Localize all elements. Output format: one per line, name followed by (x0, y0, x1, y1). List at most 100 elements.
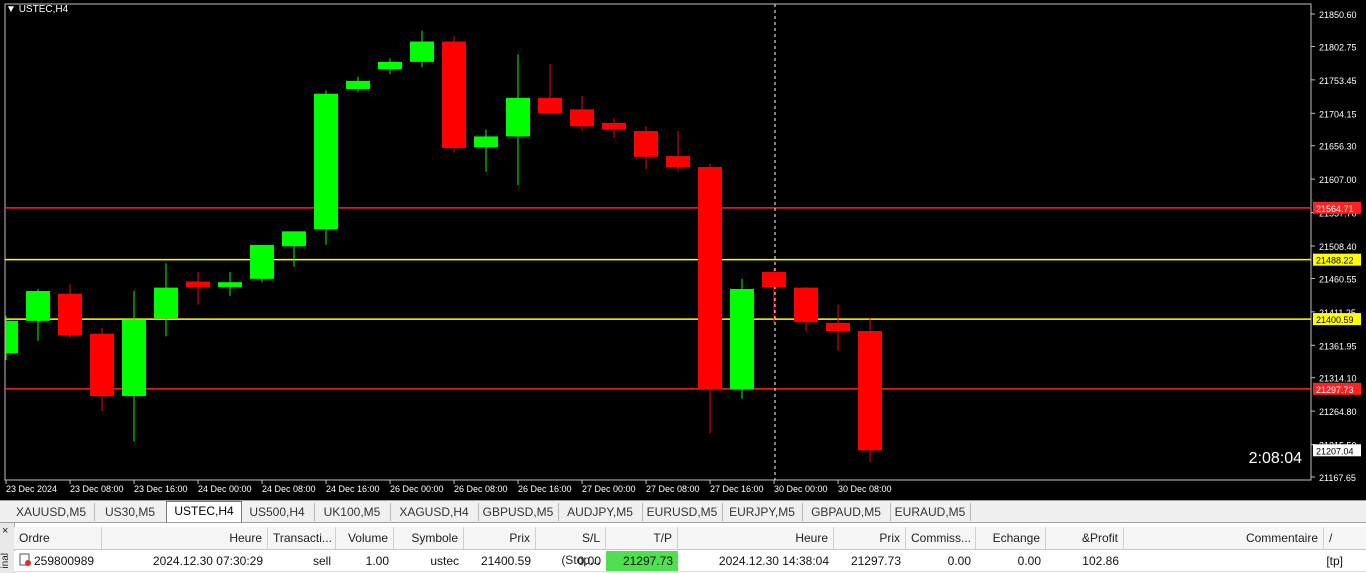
time-tick-label: 24 Dec 00:00 (198, 484, 252, 494)
sort-indicator: / (1324, 527, 1366, 549)
cell-heure: 2024.12.30 07:30:29 (152, 554, 263, 568)
candle-body (250, 244, 274, 279)
tab-uk100-m5[interactable]: UK100,M5 (314, 503, 391, 521)
terminal-panel: × inal Ordre Heure Transacti... Volume S… (0, 522, 1366, 573)
tab-us30-m5[interactable]: US30,M5 (94, 503, 167, 521)
terminal-side-bar: × inal (0, 523, 15, 573)
plot-frame (4, 3, 1312, 481)
price-level-label: 21564.71 (1316, 204, 1354, 214)
col-prix-close[interactable]: Prix (834, 527, 906, 549)
col-symbole[interactable]: Symbole (394, 527, 464, 549)
time-tick-label: 23 Dec 08:00 (70, 484, 124, 494)
price-tick-label: 21361.95 (1319, 341, 1357, 351)
candle-body (826, 322, 850, 332)
candle-body (378, 61, 402, 70)
col-echange[interactable]: Echange (976, 527, 1046, 549)
cell-tp: 21297.73 (606, 551, 678, 571)
price-level-label: 21488.22 (1316, 256, 1354, 266)
cell-volume: 1.00 (365, 554, 389, 568)
cell-heure-close: 2024.12.30 14:38:04 (718, 554, 829, 568)
time-tick-label: 30 Dec 00:00 (774, 484, 828, 494)
cell-symbole: ustec (430, 554, 459, 568)
close-icon[interactable]: × (2, 525, 8, 537)
chart-area[interactable]: 21850.60 21802.75 21753.45 21704.15 21656.30… (0, 0, 1366, 500)
time-tick-label: 27 Dec 08:00 (646, 484, 700, 494)
tab-ustec-h4[interactable]: USTEC,H4 (166, 501, 242, 522)
time-tick-label: 26 Dec 00:00 (390, 484, 444, 494)
price-tick-label: 21508.40 (1319, 242, 1357, 252)
col-prix[interactable]: Prix (464, 527, 536, 549)
col-heure[interactable]: Heure (102, 527, 268, 549)
time-tick-label: 26 Dec 08:00 (454, 484, 508, 494)
symbol-text: USTEC,H4 (18, 4, 69, 15)
price-tick-label: 21802.75 (1319, 42, 1357, 52)
tab-audjpy-m5[interactable]: AUDJPY,M5 (558, 503, 643, 521)
time-tick-label: 26 Dec 16:00 (518, 484, 572, 494)
candle-timer: 2:08:04 (1248, 450, 1302, 467)
candle-body (858, 331, 882, 451)
time-tick-label: 23 Dec 16:00 (134, 484, 188, 494)
candle-body (26, 291, 50, 321)
chart-symbol-label: ▼ USTEC,H4 (6, 4, 68, 15)
col-tp[interactable]: T/P (Pren... (606, 527, 678, 567)
tab-xagusd-h4[interactable]: XAGUSD,H4 (390, 503, 479, 521)
price-tick-label: 21264.80 (1319, 407, 1357, 417)
col-heure-close[interactable]: Heure (678, 527, 834, 549)
candle-body (58, 293, 82, 336)
col-volume[interactable]: Volume (336, 527, 394, 549)
cell-prix-close: 21297.73 (850, 554, 901, 568)
cell-echange: 0.00 (1017, 554, 1041, 568)
candle-body (634, 131, 658, 157)
candle-body (506, 97, 530, 137)
candle-body (538, 97, 562, 114)
candle-body (794, 287, 818, 323)
price-tick-label: 21850.60 (1319, 10, 1357, 20)
time-tick-label: 27 Dec 16:00 (710, 484, 764, 494)
price-tick-label: 21704.15 (1319, 109, 1357, 119)
cell-profit: 102.86 (1082, 554, 1119, 568)
cell-transaction: sell (312, 554, 331, 568)
col-transaction[interactable]: Transacti... (268, 527, 336, 549)
tab-eurjpy-m5[interactable]: EURJPY,M5 (722, 503, 803, 521)
col-commentaire[interactable]: Commentaire (1124, 527, 1324, 549)
candle-body (762, 272, 786, 287)
time-tick-label: 23 Dec 2024 (6, 484, 57, 494)
col-commission[interactable]: Commiss... (906, 527, 976, 549)
col-sl[interactable]: S/L (Stop... (536, 527, 606, 567)
price-tick-label: 21656.30 (1319, 142, 1357, 152)
tab-us500-h4[interactable]: US500,H4 (240, 503, 315, 521)
tab-eurusd-m5[interactable]: EURUSD,M5 (642, 503, 723, 521)
current-price-label: 21207.04 (1316, 446, 1354, 456)
tab-xauusd-m5[interactable]: XAUUSD,M5 (8, 503, 95, 521)
dropdown-triangle-icon[interactable]: ▼ (6, 4, 16, 15)
price-tick-label: 21460.55 (1319, 274, 1357, 284)
cell-commentaire: [tp] (1326, 554, 1343, 568)
order-id: 259800989 (34, 554, 95, 568)
candle-body (314, 93, 338, 230)
price-tick-label: 21167.65 (1319, 473, 1356, 483)
candle-body (90, 333, 114, 397)
candle-body (698, 166, 722, 390)
price-chart[interactable]: 21850.60 21802.75 21753.45 21704.15 21656.30… (0, 0, 1366, 500)
candle-body (474, 136, 498, 148)
col-ordre[interactable]: Ordre (14, 527, 102, 549)
candle-body (666, 156, 690, 167)
candle-body (154, 287, 178, 319)
candle-body (122, 319, 146, 397)
cell-prix: 21400.59 (480, 554, 531, 568)
time-tick-label: 24 Dec 08:00 (262, 484, 316, 494)
col-profit[interactable]: &Profit (1046, 527, 1124, 549)
terminal-side-label: inal (0, 553, 11, 569)
candle-body (730, 288, 754, 390)
tab-gbpaud-m5[interactable]: GBPAUD,M5 (802, 503, 891, 521)
chart-tabs: XAUUSD,M5 US30,M5 USTEC,H4 US500,H4 UK100,M5… (0, 500, 1366, 523)
candle-body (346, 80, 370, 89)
tab-euraud-m5[interactable]: EURAUD,M5 (890, 503, 971, 521)
candle-body (6, 320, 18, 354)
tab-gbpusd-m5[interactable]: GBPUSD,M5 (478, 503, 559, 521)
cell-commission: 0.00 (947, 554, 971, 568)
time-tick-label: 30 Dec 08:00 (838, 484, 892, 494)
candle-body (410, 41, 434, 62)
price-tick-label: 21753.45 (1319, 76, 1357, 86)
order-closed-icon (19, 553, 31, 566)
